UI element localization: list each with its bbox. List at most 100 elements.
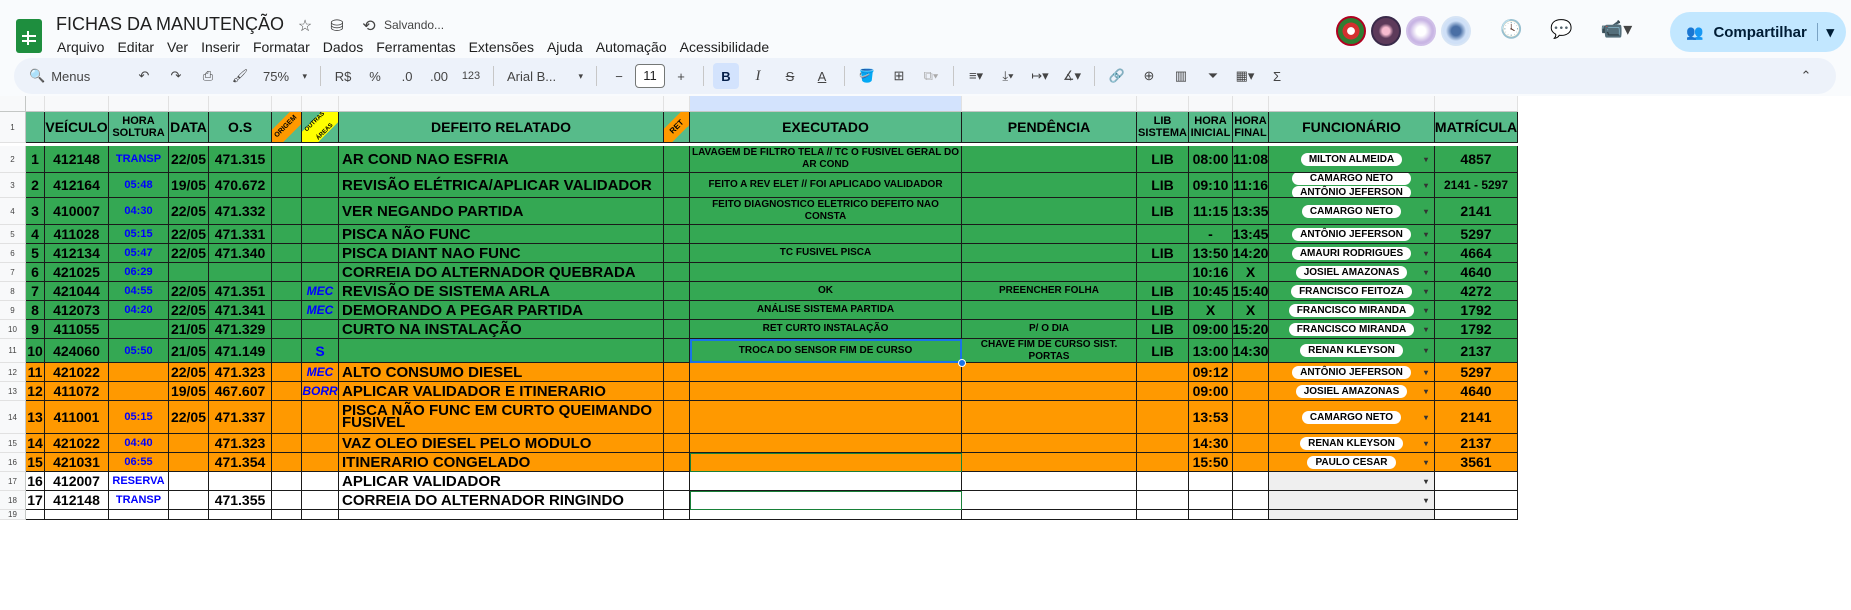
cell-hora-inicial[interactable] <box>1189 491 1233 510</box>
cell-matricula[interactable]: 5297 <box>1435 225 1518 244</box>
avatar[interactable] <box>1336 16 1366 46</box>
cell-ret[interactable] <box>664 401 690 434</box>
funcionario-chip[interactable]: ANTÔNIO JEFERSON <box>1292 185 1411 197</box>
cell-hora-soltura[interactable]: TRANSP <box>109 491 169 510</box>
cell-lib[interactable] <box>1137 382 1189 401</box>
menu-item-10[interactable]: Acessibilidade <box>680 39 776 55</box>
cell-defeito[interactable]: VER NEGANDO PARTIDA <box>339 198 664 225</box>
cell-os[interactable]: 471.315 <box>209 146 272 173</box>
cell-defeito[interactable]: CORREIA DO ALTERNADOR QUEBRADA <box>339 263 664 282</box>
cell-defeito[interactable]: CORREIA DO ALTERNADOR RINGINDO <box>339 491 664 510</box>
cell-lib[interactable]: LIB <box>1137 244 1189 263</box>
menu-item-6[interactable]: Ferramentas <box>376 39 461 55</box>
cell-matricula[interactable] <box>1435 472 1518 491</box>
cell-ret[interactable] <box>664 301 690 320</box>
column-header-N[interactable] <box>1233 96 1269 112</box>
cell-veiculo[interactable]: 411055 <box>45 320 109 339</box>
cell-hora-final[interactable]: 14:20 <box>1233 244 1269 263</box>
cell-outras-areas[interactable] <box>302 491 339 510</box>
row-header[interactable]: 10 <box>0 320 26 339</box>
cell-hora-soltura[interactable]: 04:30 <box>109 198 169 225</box>
cell-veiculo[interactable]: 411028 <box>45 225 109 244</box>
header-pendencia[interactable]: PENDÊNCIA <box>962 112 1137 143</box>
cell-matricula[interactable]: 4664 <box>1435 244 1518 263</box>
cell-executado[interactable]: LAVAGEM DE FILTRO TELA // TC O FUSIVEL G… <box>690 146 962 173</box>
column-header-J[interactable] <box>690 96 962 112</box>
cell-veiculo[interactable]: 421025 <box>45 263 109 282</box>
cell-hora-inicial[interactable] <box>1189 510 1233 520</box>
header-hora-inicial[interactable]: HORA INICIAL <box>1189 112 1233 143</box>
cell-os[interactable]: 471.329 <box>209 320 272 339</box>
cell-executado[interactable]: OK <box>690 282 962 301</box>
cell-matricula[interactable]: 5297 <box>1435 363 1518 382</box>
column-header-M[interactable] <box>1189 96 1233 112</box>
cell-outras-areas[interactable]: MEC <box>302 363 339 382</box>
cell-hora-final[interactable] <box>1233 434 1269 453</box>
header-lib-sistema[interactable]: LIB SISTEMA <box>1137 112 1189 143</box>
cell-ret[interactable] <box>664 382 690 401</box>
cell-data[interactable]: 21/05 <box>169 339 209 363</box>
cell-hora-final[interactable]: 11:16 <box>1233 173 1269 198</box>
cell-outras-areas[interactable] <box>302 320 339 339</box>
column-header-F[interactable] <box>272 96 302 112</box>
cell-matricula[interactable]: 1792 <box>1435 301 1518 320</box>
row-header[interactable]: 8 <box>0 282 26 301</box>
cell-ret[interactable] <box>664 320 690 339</box>
funcionario-chip[interactable]: MILTON ALMEIDA <box>1300 152 1403 166</box>
cell-veiculo[interactable]: 412073 <box>45 301 109 320</box>
cell-funcionario[interactable]: ▾ <box>1269 491 1435 510</box>
star-icon[interactable]: ☆ <box>294 16 316 36</box>
cell-ret[interactable] <box>664 173 690 198</box>
cell-veiculo[interactable] <box>45 510 109 520</box>
column-header-I[interactable] <box>664 96 690 112</box>
cell-hora-soltura[interactable] <box>109 510 169 520</box>
cell-defeito[interactable]: PISCA NÃO FUNC <box>339 225 664 244</box>
funcionario-chip[interactable]: CAMARGO NETO <box>1301 410 1402 424</box>
insert-link-icon[interactable]: 🔗 <box>1104 63 1130 89</box>
cell-hora-soltura[interactable]: 05:50 <box>109 339 169 363</box>
cell-executado[interactable]: ANÁLISE SISTEMA PARTIDA <box>690 301 962 320</box>
header-outras-areas[interactable]: OUTRAS ÁREAS <box>302 112 339 143</box>
cell-origem[interactable] <box>272 510 302 520</box>
cell-funcionario[interactable] <box>1269 510 1435 520</box>
cell-lib[interactable]: LIB <box>1137 301 1189 320</box>
cell-num[interactable]: 14 <box>26 434 45 453</box>
funcionario-chip[interactable]: JOSIEL AMAZONAS <box>1295 265 1408 279</box>
document-title[interactable]: FICHAS DA MANUTENÇÃO <box>56 14 284 35</box>
chevron-down-icon[interactable]: ▾ <box>1424 325 1428 334</box>
column-header-A[interactable] <box>26 96 45 112</box>
column-header-C[interactable] <box>109 96 169 112</box>
header-funcionario[interactable]: FUNCIONÁRIO <box>1269 112 1435 143</box>
functions-icon[interactable]: Σ <box>1264 63 1290 89</box>
cell-data[interactable]: 19/05 <box>169 382 209 401</box>
redo-icon[interactable]: ↷ <box>163 63 189 89</box>
cell-veiculo[interactable]: 421031 <box>45 453 109 472</box>
chevron-down-icon[interactable]: ▾ <box>1424 268 1428 277</box>
menus-search[interactable]: 🔍 Menus <box>17 63 125 89</box>
cell-veiculo[interactable]: 424060 <box>45 339 109 363</box>
meet-icon[interactable]: 📹▾ <box>1601 19 1632 40</box>
insert-chart-icon[interactable]: ▥ <box>1168 63 1194 89</box>
row-header[interactable]: 9 <box>0 301 26 320</box>
cell-matricula[interactable]: 2141 <box>1435 401 1518 434</box>
row-header[interactable]: 11 <box>0 339 26 363</box>
cell-num[interactable] <box>26 510 45 520</box>
funcionario-chip[interactable]: RENAN KLEYSON <box>1300 436 1403 450</box>
funcionario-chip[interactable]: AMAURI RODRIGUES <box>1291 246 1412 260</box>
undo-icon[interactable]: ↶ <box>131 63 157 89</box>
cell-veiculo[interactable]: 421022 <box>45 363 109 382</box>
cell-outras-areas[interactable] <box>302 472 339 491</box>
funcionario-chip[interactable]: CAMARGO NETO <box>1301 204 1402 218</box>
cell-num[interactable]: 15 <box>26 453 45 472</box>
header-veiculo[interactable]: VEÍCULO <box>45 112 109 143</box>
cell-hora-inicial[interactable]: 15:50 <box>1189 453 1233 472</box>
cell-num[interactable]: 17 <box>26 491 45 510</box>
cell-lib[interactable]: LIB <box>1137 198 1189 225</box>
cell-pendencia[interactable] <box>962 263 1137 282</box>
cell-lib[interactable] <box>1137 510 1189 520</box>
cell-veiculo[interactable]: 412164 <box>45 173 109 198</box>
cell-num[interactable]: 10 <box>26 339 45 363</box>
cell-hora-final[interactable] <box>1233 510 1269 520</box>
comment-icon[interactable]: 💬 <box>1550 19 1572 40</box>
cell-ret[interactable] <box>664 244 690 263</box>
